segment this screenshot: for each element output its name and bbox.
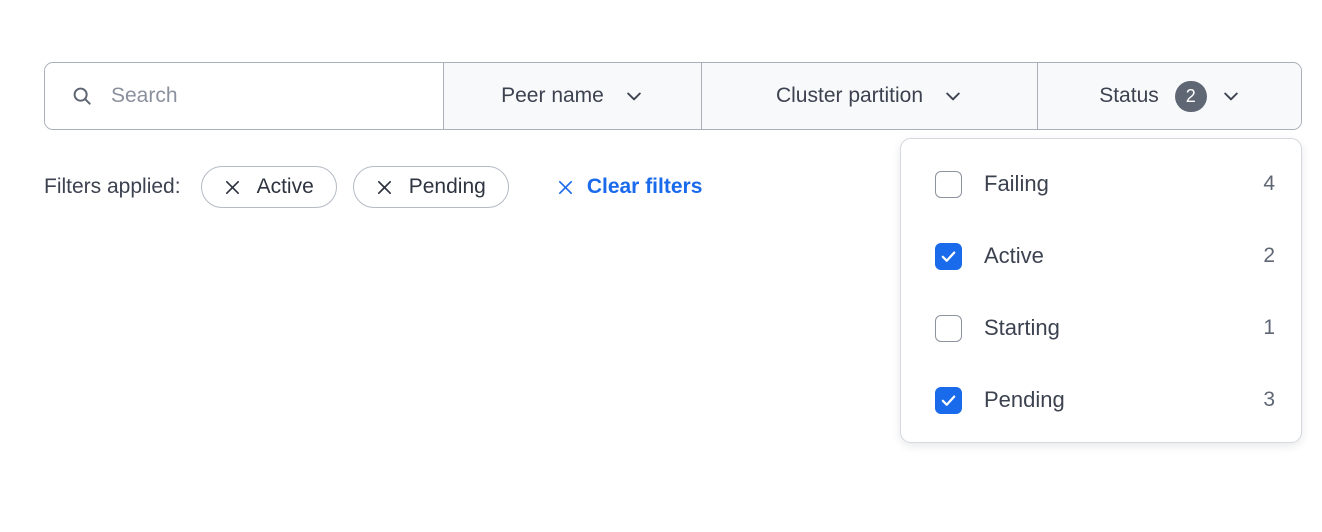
dropdown-peer-name-label: Peer name: [501, 84, 604, 107]
filter-chip-active[interactable]: Active: [200, 166, 337, 208]
close-icon[interactable]: [376, 179, 393, 196]
status-selected-count-badge: 2: [1174, 80, 1207, 112]
status-option-pending-count: 3: [1263, 388, 1275, 411]
status-option-failing[interactable]: Failing 4: [901, 157, 1301, 211]
status-option-starting-count: 1: [1263, 316, 1275, 339]
check-icon: [941, 250, 956, 262]
dropdown-peer-name[interactable]: Peer name: [443, 63, 701, 129]
filter-chip-active-label: Active: [256, 175, 314, 198]
search-field-segment[interactable]: [45, 63, 443, 129]
status-option-starting[interactable]: Starting 1: [901, 301, 1301, 355]
status-option-pending[interactable]: Pending 3: [901, 373, 1301, 427]
checkbox-failing[interactable]: [935, 170, 962, 198]
dropdown-cluster-partition-label: Cluster partition: [775, 84, 924, 107]
status-option-active-count: 2: [1263, 244, 1275, 267]
status-dropdown-panel: Failing 4 Active 2 Starting 1 Pending 3: [900, 138, 1302, 443]
clear-filters-button[interactable]: Clear filters: [557, 175, 703, 199]
status-option-active[interactable]: Active 2: [901, 229, 1301, 283]
filter-chip-pending-label: Pending: [408, 175, 486, 198]
status-option-starting-label: Starting: [984, 315, 1060, 340]
search-input[interactable]: [111, 84, 431, 108]
dropdown-status-label: Status: [1099, 84, 1159, 107]
filter-chip-pending[interactable]: Pending: [352, 166, 509, 208]
dropdown-cluster-partition[interactable]: Cluster partition: [701, 63, 1037, 129]
search-icon: [73, 87, 91, 105]
checkbox-pending[interactable]: [935, 386, 962, 414]
chevron-down-icon: [946, 92, 960, 101]
checkbox-active[interactable]: [935, 242, 962, 270]
checkbox-starting[interactable]: [935, 314, 962, 342]
chevron-down-icon: [627, 92, 641, 101]
clear-filters-label: Clear filters: [586, 175, 703, 198]
check-icon: [941, 394, 956, 406]
close-icon[interactable]: [224, 179, 241, 196]
status-option-pending-label: Pending: [984, 387, 1065, 412]
applied-filters-row: Filters applied: Active Pending Clear fi…: [44, 166, 702, 208]
close-icon: [558, 180, 572, 194]
dropdown-status[interactable]: Status 2: [1037, 63, 1301, 129]
status-option-failing-count: 4: [1263, 172, 1275, 195]
status-option-active-label: Active: [984, 243, 1044, 268]
applied-filters-label: Filters applied:: [44, 175, 181, 198]
status-option-failing-label: Failing: [984, 171, 1049, 196]
filter-toolbar: Peer name Cluster partition Status 2: [44, 62, 1302, 130]
chevron-down-icon: [1223, 92, 1238, 101]
